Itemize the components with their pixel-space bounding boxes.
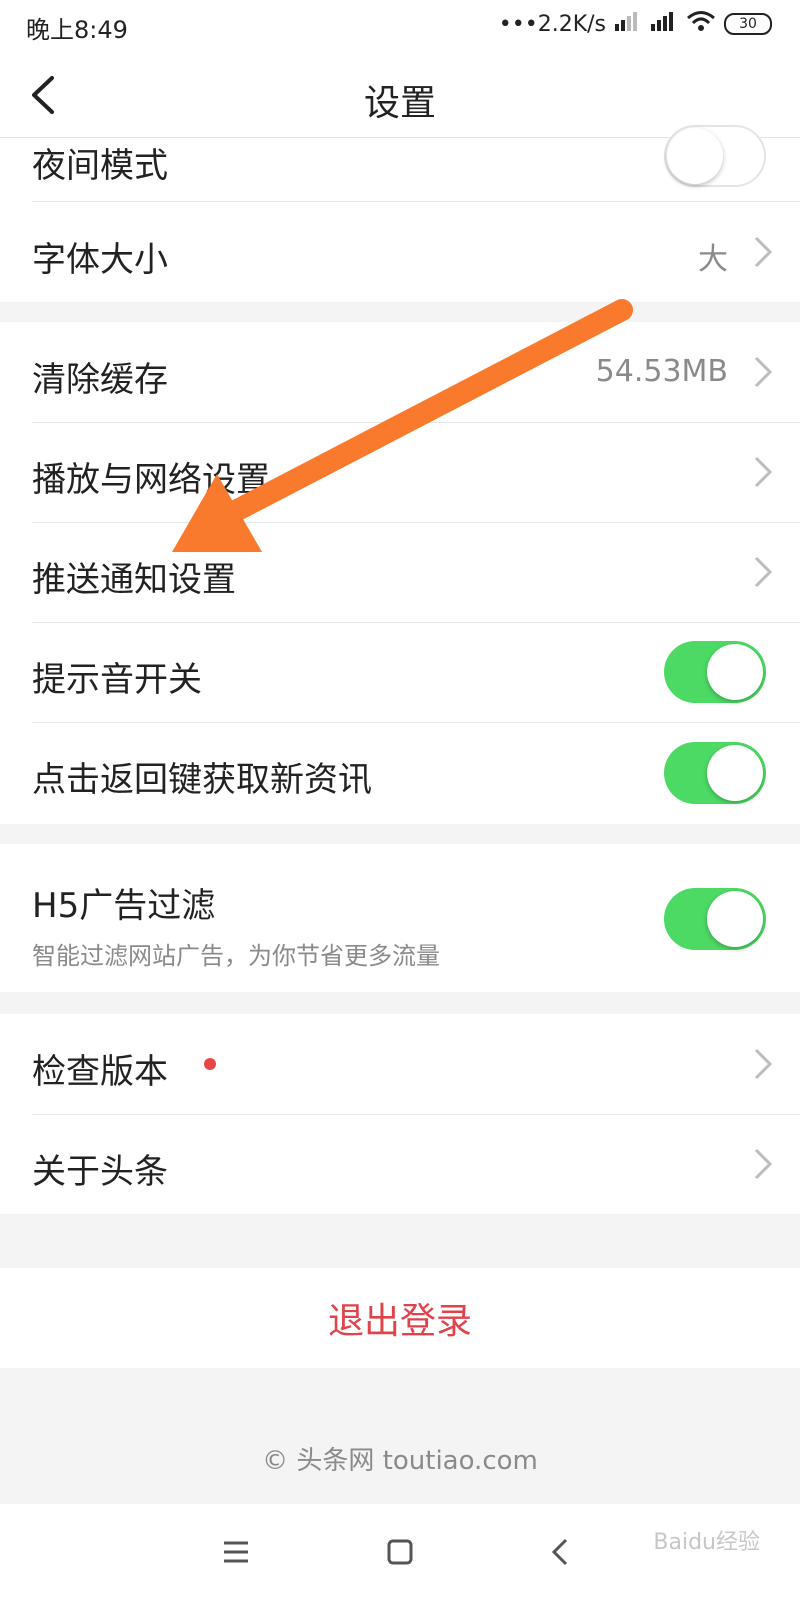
chevron-right-icon [754, 1148, 773, 1180]
playback-network-row[interactable]: 播放与网络设置 [0, 422, 800, 522]
home-icon[interactable] [380, 1532, 420, 1572]
back-refresh-label: 点击返回键获取新资讯 [32, 760, 372, 800]
signal-icon [650, 10, 678, 38]
check-version-row[interactable]: 检查版本 [0, 1014, 800, 1114]
chevron-right-icon [754, 1048, 773, 1080]
signal-icon [614, 10, 642, 38]
watermark: Baidu经验 [653, 1530, 760, 1555]
ad-filter-section: H5广告过滤 智能过滤网站广告，为你节省更多流量 [0, 844, 800, 992]
ad-filter-row: H5广告过滤 智能过滤网站广告，为你节省更多流量 [0, 844, 800, 992]
ad-filter-toggle[interactable] [664, 888, 766, 950]
chevron-right-icon [754, 236, 773, 268]
sound-switch-row: 提示音开关 [0, 622, 800, 722]
status-indicators: •••2.2K/s 30 [499, 8, 772, 40]
ad-filter-description: 智能过滤网站广告，为你节省更多流量 [32, 942, 440, 970]
sound-switch-toggle[interactable] [664, 641, 766, 703]
night-mode-toggle[interactable] [664, 125, 766, 187]
update-badge-dot [204, 1058, 216, 1070]
check-version-label: 检查版本 [32, 1052, 168, 1092]
page-title: 设置 [363, 83, 436, 124]
status-time: 晚上8:49 [26, 16, 128, 44]
sound-switch-label: 提示音开关 [32, 660, 202, 700]
general-settings-section: 清除缓存 54.53MB 播放与网络设置 推送通知设置 提示音开关 点击返回键获… [0, 322, 800, 824]
push-notification-row[interactable]: 推送通知设置 [0, 522, 800, 622]
night-mode-label: 夜间模式 [32, 146, 168, 186]
push-notification-label: 推送通知设置 [32, 560, 236, 600]
back-refresh-toggle[interactable] [664, 742, 766, 804]
footer-copyright: © 头条网 toutiao.com [262, 1446, 538, 1476]
about-row[interactable]: 关于头条 [0, 1114, 800, 1214]
font-size-value: 大 [698, 242, 728, 277]
logout-button[interactable]: 退出登录 [0, 1268, 800, 1368]
about-section: 检查版本 关于头条 [0, 1014, 800, 1214]
wifi-icon [686, 10, 716, 38]
menu-icon[interactable] [216, 1532, 256, 1572]
font-size-label: 字体大小 [32, 240, 168, 280]
status-bar: 晚上8:49 •••2.2K/s 30 [0, 0, 800, 54]
cache-size-value: 54.53MB [595, 354, 728, 389]
chevron-right-icon [754, 456, 773, 488]
font-size-row[interactable]: 字体大小 大 [0, 202, 800, 302]
chevron-right-icon [754, 556, 773, 588]
chevron-right-icon [754, 356, 773, 388]
battery-icon: 30 [724, 13, 772, 35]
back-refresh-row: 点击返回键获取新资讯 [0, 722, 800, 824]
display-settings-section: 夜间模式 字体大小 大 [0, 125, 800, 302]
network-speed: •••2.2K/s [498, 11, 606, 37]
top-navigation-bar: 设置 [0, 54, 800, 138]
clear-cache-row[interactable]: 清除缓存 54.53MB [0, 322, 800, 422]
back-nav-icon[interactable] [542, 1532, 582, 1572]
clear-cache-label: 清除缓存 [32, 360, 168, 400]
ad-filter-label: H5广告过滤 [32, 886, 216, 926]
playback-network-label: 播放与网络设置 [32, 460, 270, 500]
about-label: 关于头条 [32, 1152, 168, 1192]
night-mode-row: 夜间模式 [0, 125, 800, 201]
